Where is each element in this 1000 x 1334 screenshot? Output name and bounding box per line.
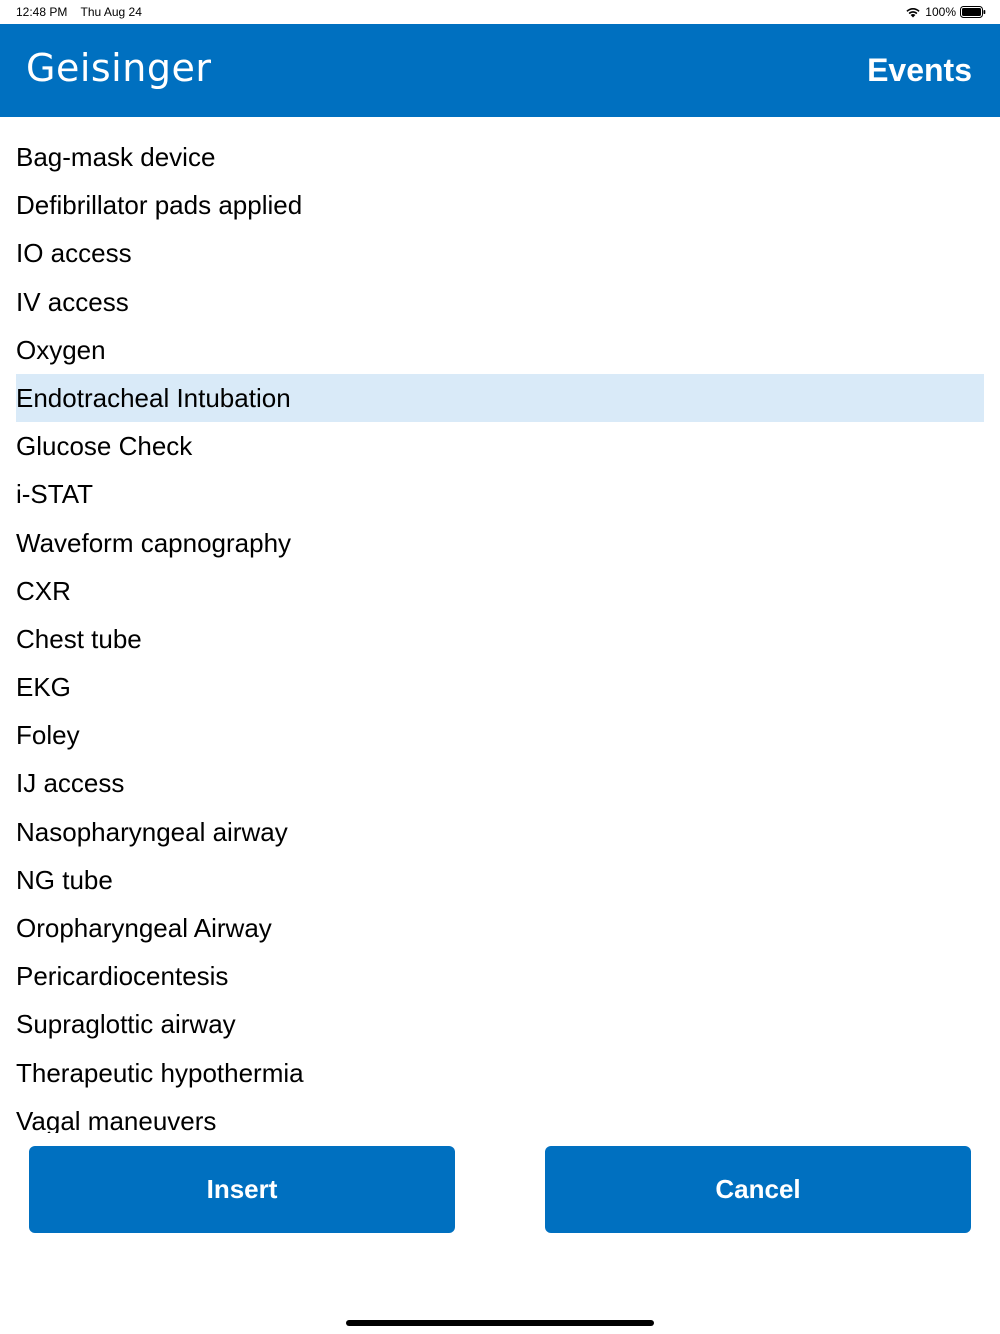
status-right: 100% <box>905 5 986 19</box>
list-item[interactable]: IJ access <box>16 759 984 807</box>
list-item[interactable]: Defibrillator pads applied <box>16 181 984 229</box>
events-list[interactable]: Bag-mask device Defibrillator pads applie… <box>16 133 984 1133</box>
list-item[interactable]: Pericardiocentesis <box>16 952 984 1000</box>
list-item[interactable]: EKG <box>16 663 984 711</box>
list-item[interactable]: Therapeutic hypothermia <box>16 1049 984 1097</box>
list-item[interactable]: Bag-mask device <box>16 133 984 181</box>
list-item[interactable]: Vagal maneuvers <box>16 1097 984 1133</box>
list-item[interactable]: i-STAT <box>16 470 984 518</box>
battery-icon <box>960 6 986 18</box>
status-date: Thu Aug 24 <box>80 5 142 19</box>
list-item[interactable]: Oxygen <box>16 326 984 374</box>
insert-button[interactable]: Insert <box>29 1146 455 1233</box>
wifi-icon <box>906 8 920 18</box>
list-item[interactable]: IV access <box>16 278 984 326</box>
status-left: 12:48 PM Thu Aug 24 <box>16 5 152 19</box>
status-bar: 12:48 PM Thu Aug 24 100% <box>0 0 1000 24</box>
list-item[interactable]: IO access <box>16 229 984 277</box>
status-time: 12:48 PM <box>16 5 68 19</box>
home-indicator <box>346 1320 654 1326</box>
list-item[interactable]: Foley <box>16 711 984 759</box>
list-item[interactable]: Endotracheal Intubation <box>16 373 984 423</box>
list-item[interactable]: Glucose Check <box>16 422 984 470</box>
list-item[interactable]: Oropharyngeal Airway <box>16 904 984 952</box>
battery-percent: 100% <box>925 5 956 19</box>
page-title: Events <box>867 52 972 88</box>
app-header: Geisinger Events <box>0 24 1000 117</box>
list-item[interactable]: Supraglottic airway <box>16 1000 984 1048</box>
list-item[interactable]: Chest tube <box>16 615 984 663</box>
list-item[interactable]: CXR <box>16 567 984 615</box>
list-item[interactable]: Waveform capnography <box>16 519 984 567</box>
cancel-button[interactable]: Cancel <box>545 1146 971 1233</box>
list-item[interactable]: NG tube <box>16 856 984 904</box>
geisinger-logo: Geisinger <box>26 46 212 90</box>
list-item[interactable]: Nasopharyngeal airway <box>16 808 984 856</box>
